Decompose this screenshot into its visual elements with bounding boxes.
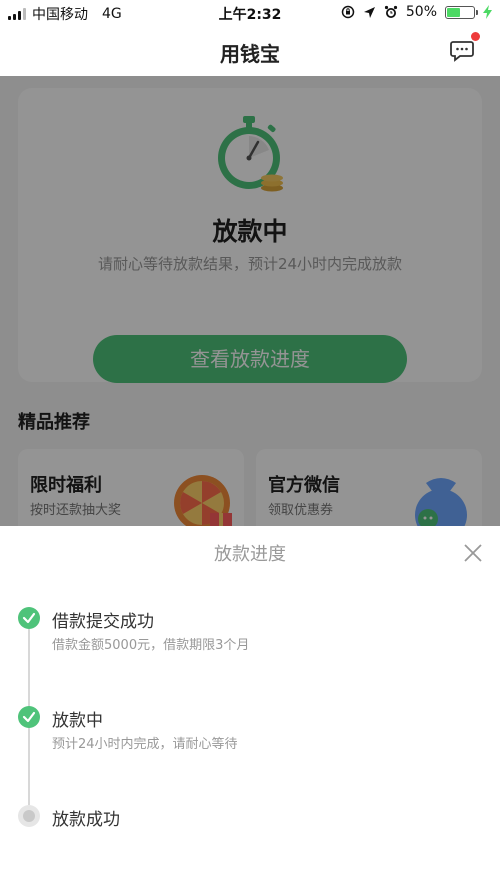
progress-sheet: 放款进度 借款提交成功 借款金额5000元，借款期限3个月 放款中 预计24小时… bbox=[0, 526, 500, 889]
unread-badge bbox=[471, 32, 480, 41]
message-button[interactable] bbox=[450, 32, 480, 62]
step-subtitle: 预计24小时内完成，请耐心等待 bbox=[52, 737, 238, 752]
step-pending-icon bbox=[18, 805, 40, 827]
step-title: 放款成功 bbox=[52, 810, 120, 830]
step-check-icon bbox=[18, 607, 40, 629]
status-right: 50% bbox=[341, 4, 492, 20]
close-button[interactable] bbox=[462, 542, 484, 564]
step-title: 放款中 bbox=[52, 711, 103, 731]
step-subtitle: 借款金额5000元，借款期限3个月 bbox=[52, 638, 250, 653]
battery-icon bbox=[445, 5, 478, 19]
close-icon bbox=[464, 544, 482, 562]
message-icon bbox=[450, 41, 474, 62]
nav-bar: 用钱宝 bbox=[0, 26, 500, 76]
battery-percent: 50% bbox=[405, 4, 437, 20]
charging-icon bbox=[483, 5, 492, 19]
sheet-title: 放款进度 bbox=[214, 544, 286, 565]
status-bar: 中国移动 4G 上午2:32 50% bbox=[0, 0, 500, 26]
location-icon bbox=[363, 6, 375, 18]
step-check-icon bbox=[18, 706, 40, 728]
rotation-lock-icon bbox=[341, 5, 355, 19]
page-title: 用钱宝 bbox=[220, 42, 280, 66]
alarm-icon bbox=[384, 5, 397, 18]
step-title: 借款提交成功 bbox=[52, 612, 154, 632]
